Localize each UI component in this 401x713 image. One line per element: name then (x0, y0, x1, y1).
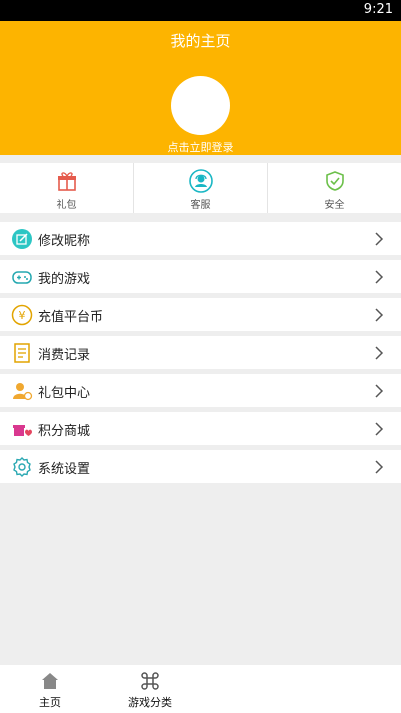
menu-gift-center[interactable]: 礼包中心 (0, 374, 401, 407)
chevron-right-icon (375, 384, 384, 398)
chevron-right-icon (375, 422, 384, 436)
gift-icon (54, 168, 80, 194)
user-gift-icon (11, 380, 33, 402)
chevron-right-icon (375, 232, 384, 246)
menu-label: 积分商城 (38, 424, 91, 439)
customer-service-icon (188, 168, 214, 194)
tab-game-categories[interactable]: 游戏分类 (100, 665, 200, 713)
menu-my-games[interactable]: 我的游戏 (0, 260, 401, 293)
menu-points-store[interactable]: 积分商城 (0, 412, 401, 445)
menu-label: 我的游戏 (38, 272, 91, 287)
quick-action-security[interactable]: 安全 (268, 163, 401, 213)
menu-recharge[interactable]: ¥ 充值平台币 (0, 298, 401, 331)
chevron-right-icon (375, 460, 384, 474)
chevron-right-icon (375, 270, 384, 284)
page-title: 我的主页 (170, 32, 231, 50)
profile-header: 我的主页 点击立即登录 (0, 21, 401, 155)
command-icon (141, 672, 159, 690)
store-icon (11, 418, 33, 440)
shield-icon (322, 168, 348, 194)
quick-action-label: 客服 (190, 200, 211, 211)
home-icon (42, 673, 58, 689)
tab-label: 主页 (39, 696, 61, 709)
svg-text:¥: ¥ (19, 309, 26, 322)
avatar[interactable] (171, 76, 230, 135)
quick-action-label: 安全 (324, 200, 345, 211)
bottom-nav: 主页 游戏分类 (0, 665, 401, 713)
quick-action-service[interactable]: 客服 (134, 163, 268, 213)
menu-label: 礼包中心 (38, 386, 91, 401)
status-time: 9:21 (363, 2, 393, 17)
tab-label: 游戏分类 (128, 696, 172, 709)
edit-icon (11, 228, 33, 250)
chevron-right-icon (375, 346, 384, 360)
chevron-right-icon (375, 308, 384, 322)
quick-actions: 礼包 客服 安全 (0, 163, 401, 213)
menu-label: 系统设置 (38, 462, 91, 477)
quick-action-gift[interactable]: 礼包 (0, 163, 134, 213)
gear-icon (11, 456, 33, 478)
yuan-coin-icon: ¥ (11, 304, 33, 326)
login-link[interactable]: 点击立即登录 (0, 139, 401, 155)
menu-purchase-history[interactable]: 消费记录 (0, 336, 401, 369)
tab-home[interactable]: 主页 (0, 665, 100, 713)
menu-edit-nickname[interactable]: 修改昵称 (0, 222, 401, 255)
menu-label: 修改昵称 (38, 234, 91, 249)
menu-label: 消费记录 (38, 348, 91, 363)
status-bar: 9:21 (0, 0, 401, 21)
gamepad-icon (11, 266, 33, 288)
quick-action-label: 礼包 (56, 200, 77, 211)
menu-label: 充值平台币 (38, 310, 104, 325)
document-icon (11, 342, 33, 364)
menu-settings[interactable]: 系统设置 (0, 450, 401, 483)
